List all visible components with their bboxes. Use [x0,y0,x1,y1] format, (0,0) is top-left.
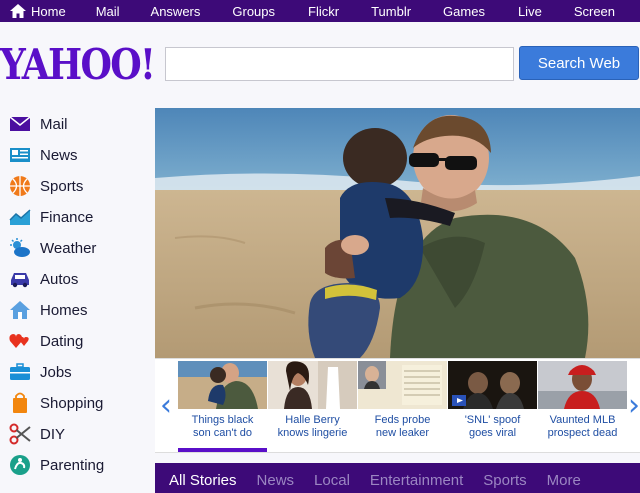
carousel-next-button[interactable]: › [628,359,640,452]
sidebar-item-shopping[interactable]: Shopping [8,389,103,417]
sidebar-item-news[interactable]: News [8,141,78,169]
newspaper-icon [8,144,32,166]
nav-flickr[interactable]: Flickr [308,0,339,22]
top-navigation-bar: Home Mail Answers Groups Flickr Tumblr G… [0,0,640,22]
story-carousel: ‹ Things black son can't do Halle Berry kn… [155,358,640,453]
news-tabs: All Stories News Local Entertainment Spo… [155,463,640,493]
tab-entertainment[interactable]: Entertainment [370,472,463,489]
sidebar-item-dating[interactable]: Dating [8,327,83,355]
sidebar-item-finance[interactable]: Finance [8,203,93,231]
search-input[interactable] [165,47,514,81]
story-caption: Things black son can't do [191,414,254,439]
nav-games[interactable]: Games [443,0,485,22]
basketball-icon [8,175,32,197]
nav-mail[interactable]: Mail [96,0,120,22]
story-thumb-image [268,361,357,409]
chart-icon [8,206,32,228]
story-thumb-1[interactable]: Things black son can't do [178,361,267,452]
briefcase-icon [8,361,32,383]
chevron-right-icon: › [628,388,640,423]
sidebar-item-label: Autos [40,270,79,288]
shopping-bag-icon [8,392,32,414]
sidebar-item-sports[interactable]: Sports [8,172,83,200]
search-web-button[interactable]: Search Web [519,46,639,80]
story-thumb-2[interactable]: Halle Berry knows lingerie [268,361,357,452]
sidebar-item-weather[interactable]: Weather [8,234,96,262]
nav-home[interactable]: Home [31,0,66,22]
car-icon [8,268,32,290]
tab-more[interactable]: More [547,472,581,489]
nav-groups[interactable]: Groups [232,0,275,22]
sidebar-item-autos[interactable]: Autos [8,265,78,293]
sidebar-item-parenting[interactable]: Parenting [8,451,104,479]
story-thumb-3[interactable]: Feds probe new leaker [358,361,447,452]
envelope-icon [8,113,32,135]
nav-live[interactable]: Live [518,0,542,22]
hand-heart-icon [8,454,32,476]
sidebar-item-label: Weather [40,239,97,257]
house-icon [8,299,32,321]
sidebar-item-label: News [40,146,78,164]
scissors-icon [8,423,32,445]
sidebar-item-mail[interactable]: Mail [8,110,68,138]
story-caption: Vaunted MLB prospect dead [547,414,618,439]
sun-cloud-icon [8,237,32,259]
story-thumb-4[interactable]: 'SNL' spoof goes viral [448,361,537,452]
nav-screen[interactable]: Screen [574,0,615,22]
sidebar-item-label: Mail [40,115,68,133]
nav-tumblr[interactable]: Tumblr [371,0,411,22]
hearts-icon [8,330,32,352]
sidebar-item-label: Sports [40,177,84,195]
sidebar-item-label: Finance [40,208,94,226]
story-thumb-image [358,361,447,409]
story-thumb-image [538,361,627,409]
story-thumb-image [178,361,267,409]
tab-sports[interactable]: Sports [483,472,526,489]
carousel-prev-button[interactable]: ‹ [155,359,177,452]
story-caption: Halle Berry knows lingerie [277,414,348,439]
sidebar-item-diy[interactable]: DIY [8,420,65,448]
sidebar-item-label: DIY [40,425,66,443]
story-thumb-5[interactable]: Vaunted MLB prospect dead [538,361,627,452]
story-thumb-image [448,361,537,409]
chevron-left-icon: ‹ [160,388,172,423]
sidebar-item-homes[interactable]: Homes [8,296,88,324]
sidebar-item-label: Dating [40,332,84,350]
sidebar-item-label: Shopping [40,394,104,412]
sidebar-item-label: Homes [40,301,88,319]
story-caption: Feds probe new leaker [374,414,431,439]
home-icon[interactable] [10,4,26,18]
nav-answers[interactable]: Answers [151,0,201,22]
tab-news[interactable]: News [257,472,295,489]
hero-story-image[interactable] [155,108,640,358]
sidebar-item-jobs[interactable]: Jobs [8,358,72,386]
sidebar-item-label: Jobs [40,363,72,381]
yahoo-logo[interactable]: YAHOO! [0,40,156,89]
tab-all-stories[interactable]: All Stories [169,472,237,489]
tab-local[interactable]: Local [314,472,350,489]
story-caption: 'SNL' spoof goes viral [464,414,521,439]
sidebar-item-label: Parenting [40,456,105,474]
